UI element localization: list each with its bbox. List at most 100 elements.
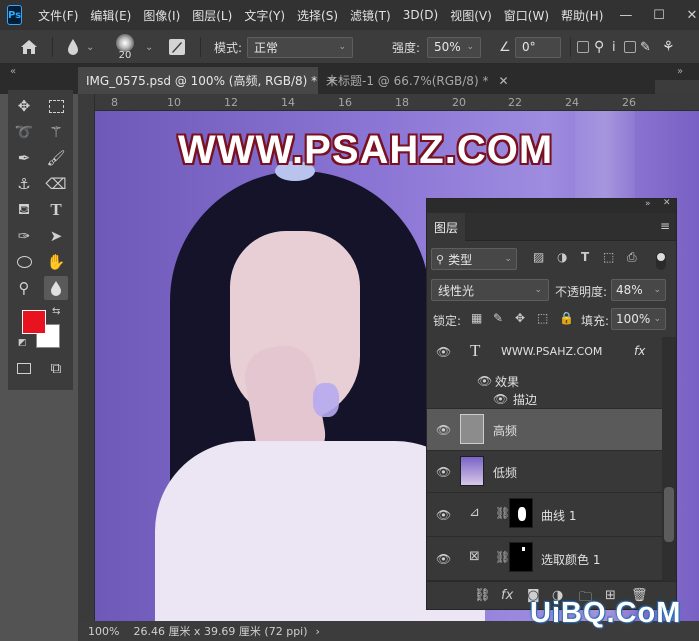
visibility-eye-icon[interactable]: 👁 bbox=[436, 466, 452, 478]
close-panel-icon[interactable]: ✕ bbox=[663, 198, 671, 208]
blend-mode-select[interactable]: 线性光 ⌄ bbox=[431, 279, 549, 301]
magic-wand-tool-icon[interactable]: ⚚ bbox=[44, 120, 68, 144]
layer-row-text[interactable]: 👁 T WWW.PSAHZ.COM fx 👁 效果 👁 描边 bbox=[427, 337, 662, 409]
menu-image[interactable]: 图像(I) bbox=[137, 7, 186, 24]
brush-settings-icon[interactable] bbox=[168, 30, 186, 64]
info-icon[interactable]: ⅰ bbox=[612, 30, 616, 64]
visibility-eye-icon[interactable]: 👁 bbox=[436, 424, 452, 436]
minimize-button[interactable]: — bbox=[609, 8, 642, 23]
sample-all-layers-checkbox[interactable] bbox=[577, 30, 589, 64]
blur-tool-preset-icon[interactable]: ⌄ bbox=[66, 30, 94, 64]
lasso-tool-icon[interactable]: ➰ bbox=[12, 120, 36, 144]
mode-select[interactable]: 正常 ⌄ bbox=[247, 36, 353, 58]
clone-stamp-tool-icon[interactable]: ⚓ bbox=[12, 172, 36, 196]
angle-input[interactable]: 0° bbox=[515, 36, 561, 58]
layers-scrollbar[interactable] bbox=[662, 337, 676, 581]
blend-mode-value: 线性光 bbox=[438, 283, 475, 298]
menu-type[interactable]: 文字(Y) bbox=[238, 7, 291, 24]
default-colors-icon[interactable]: ◩ bbox=[18, 338, 27, 348]
menu-select[interactable]: 选择(S) bbox=[291, 7, 344, 24]
filter-pixel-icon[interactable]: ▨ bbox=[533, 250, 544, 264]
home-icon[interactable] bbox=[20, 30, 38, 64]
chevron-down-icon[interactable]: ⌄ bbox=[86, 42, 94, 53]
close-window-button[interactable]: ✕ bbox=[675, 8, 699, 23]
symmetry-icon[interactable]: ⚘ bbox=[662, 30, 675, 64]
scrollbar-thumb[interactable] bbox=[664, 487, 674, 542]
eyedropper-tool-icon[interactable]: ✒ bbox=[12, 146, 36, 170]
zoom-level[interactable]: 100% bbox=[88, 625, 119, 638]
screen-mode-icon[interactable]: ⧉ bbox=[44, 356, 68, 380]
strength-select[interactable]: 50% ⌄ bbox=[427, 36, 481, 58]
brush-size-picker[interactable]: 20 bbox=[116, 30, 134, 64]
panel-menu-icon[interactable]: ≡ bbox=[660, 219, 670, 233]
pressure-pen-icon[interactable]: ✎ bbox=[640, 30, 651, 64]
brush-chevron-icon[interactable]: ⌄ bbox=[145, 30, 153, 64]
menu-view[interactable]: 视图(V) bbox=[444, 7, 498, 24]
tab-layers[interactable]: 图层 bbox=[427, 213, 465, 241]
type-tool-icon[interactable]: T bbox=[44, 198, 68, 222]
effects-eye-icon[interactable]: 👁 bbox=[477, 375, 493, 387]
link-chain-icon[interactable]: ⛓ bbox=[495, 506, 510, 520]
opacity-input[interactable]: 48% ⌄ bbox=[611, 279, 666, 301]
close-icon[interactable]: ✕ bbox=[498, 74, 508, 88]
layer-row-selective-color[interactable]: 👁 ⊠ ⛓ 选取颜色 1 bbox=[427, 537, 662, 581]
filter-type-icon[interactable]: T bbox=[581, 250, 589, 264]
selective-color-icon: ⊠ bbox=[469, 549, 480, 564]
zoom-tool-icon[interactable]: ⚲ bbox=[12, 276, 36, 300]
layer-mask-thumbnail[interactable] bbox=[509, 542, 533, 572]
layer-mask-thumbnail[interactable] bbox=[509, 498, 533, 528]
visibility-eye-icon[interactable]: 👁 bbox=[436, 553, 452, 565]
menu-3d[interactable]: 3D(D) bbox=[397, 8, 444, 22]
menu-edit[interactable]: 编辑(E) bbox=[84, 7, 137, 24]
filter-shape-icon[interactable]: ⬚ bbox=[603, 250, 614, 264]
ellipse-tool-icon[interactable] bbox=[12, 250, 36, 274]
lock-artboard-icon[interactable]: ⬚ bbox=[537, 311, 548, 325]
tab-img-0575[interactable]: IMG_0575.psd @ 100% (高频, RGB/8) * ✕ bbox=[78, 67, 337, 94]
lock-all-icon[interactable]: 🔒 bbox=[559, 311, 574, 325]
strength-value: 50% bbox=[434, 40, 461, 54]
menu-help[interactable]: 帮助(H) bbox=[555, 7, 609, 24]
collapse-panels-icon[interactable]: « bbox=[10, 66, 16, 77]
lock-position-icon[interactable]: ✥ bbox=[515, 311, 525, 325]
layer-row-curves[interactable]: 👁 ⊿ ⛓ 曲线 1 bbox=[427, 493, 662, 537]
visibility-eye-icon[interactable]: 👁 bbox=[436, 509, 452, 521]
layer-row-low-freq[interactable]: 👁 低频 bbox=[427, 451, 662, 493]
status-menu-arrow-icon[interactable]: › bbox=[316, 625, 320, 638]
quick-mask-icon[interactable] bbox=[12, 356, 36, 380]
fx-icon[interactable]: fx bbox=[634, 344, 645, 358]
search-icon[interactable]: ⚲ bbox=[594, 30, 604, 64]
hand-tool-icon[interactable]: ✋ bbox=[44, 250, 68, 274]
menu-filter[interactable]: 滤镜(T) bbox=[344, 7, 397, 24]
foreground-color-swatch-top[interactable] bbox=[22, 310, 46, 334]
menu-file[interactable]: 文件(F) bbox=[32, 7, 84, 24]
link-chain-icon[interactable]: ⛓ bbox=[495, 550, 510, 564]
paint-bucket-tool-icon[interactable]: ⛾ bbox=[12, 198, 36, 222]
menu-layer[interactable]: 图层(L) bbox=[186, 7, 238, 24]
lock-image-icon[interactable]: ✎ bbox=[493, 311, 503, 325]
add-layer-style-icon[interactable]: fx bbox=[501, 588, 513, 603]
menu-window[interactable]: 窗口(W) bbox=[498, 7, 555, 24]
pen-tool-icon[interactable]: ✑ bbox=[12, 224, 36, 248]
lock-transparent-icon[interactable]: ▦ bbox=[471, 311, 482, 325]
blur-tool-icon[interactable] bbox=[44, 276, 68, 300]
layer-filter-select[interactable]: ⚲ 类型 ⌄ bbox=[431, 248, 517, 270]
eraser-tool-icon[interactable]: ⌫ bbox=[44, 172, 68, 196]
fill-input[interactable]: 100% ⌄ bbox=[611, 308, 666, 330]
layer-row-high-freq[interactable]: 👁 高频 bbox=[427, 409, 662, 451]
filter-smart-object-icon[interactable]: ⎙ bbox=[627, 250, 637, 265]
maximize-button[interactable]: ☐ bbox=[642, 8, 675, 23]
path-selection-tool-icon[interactable]: ➤ bbox=[44, 224, 68, 248]
stroke-eye-icon[interactable]: 👁 bbox=[493, 393, 509, 405]
visibility-eye-icon[interactable]: 👁 bbox=[436, 346, 452, 358]
filter-toggle[interactable] bbox=[656, 252, 666, 270]
tab-untitled-1[interactable]: 未标题-1 @ 66.7%(RGB/8) * ✕ bbox=[318, 67, 509, 94]
marquee-tool-icon[interactable] bbox=[44, 94, 68, 118]
expand-panels-icon[interactable]: » bbox=[677, 66, 683, 77]
link-layers-icon[interactable]: ⛓ bbox=[474, 588, 491, 603]
filter-adjustment-icon[interactable]: ◑ bbox=[557, 250, 567, 264]
swap-colors-icon[interactable]: ⇆ bbox=[52, 306, 60, 317]
collapse-panel-icon[interactable]: » bbox=[645, 199, 651, 209]
move-tool-icon[interactable]: ✥ bbox=[12, 94, 36, 118]
tablet-pressure-checkbox[interactable] bbox=[624, 30, 636, 64]
brush-tool-icon[interactable]: 🖌 bbox=[44, 146, 68, 170]
